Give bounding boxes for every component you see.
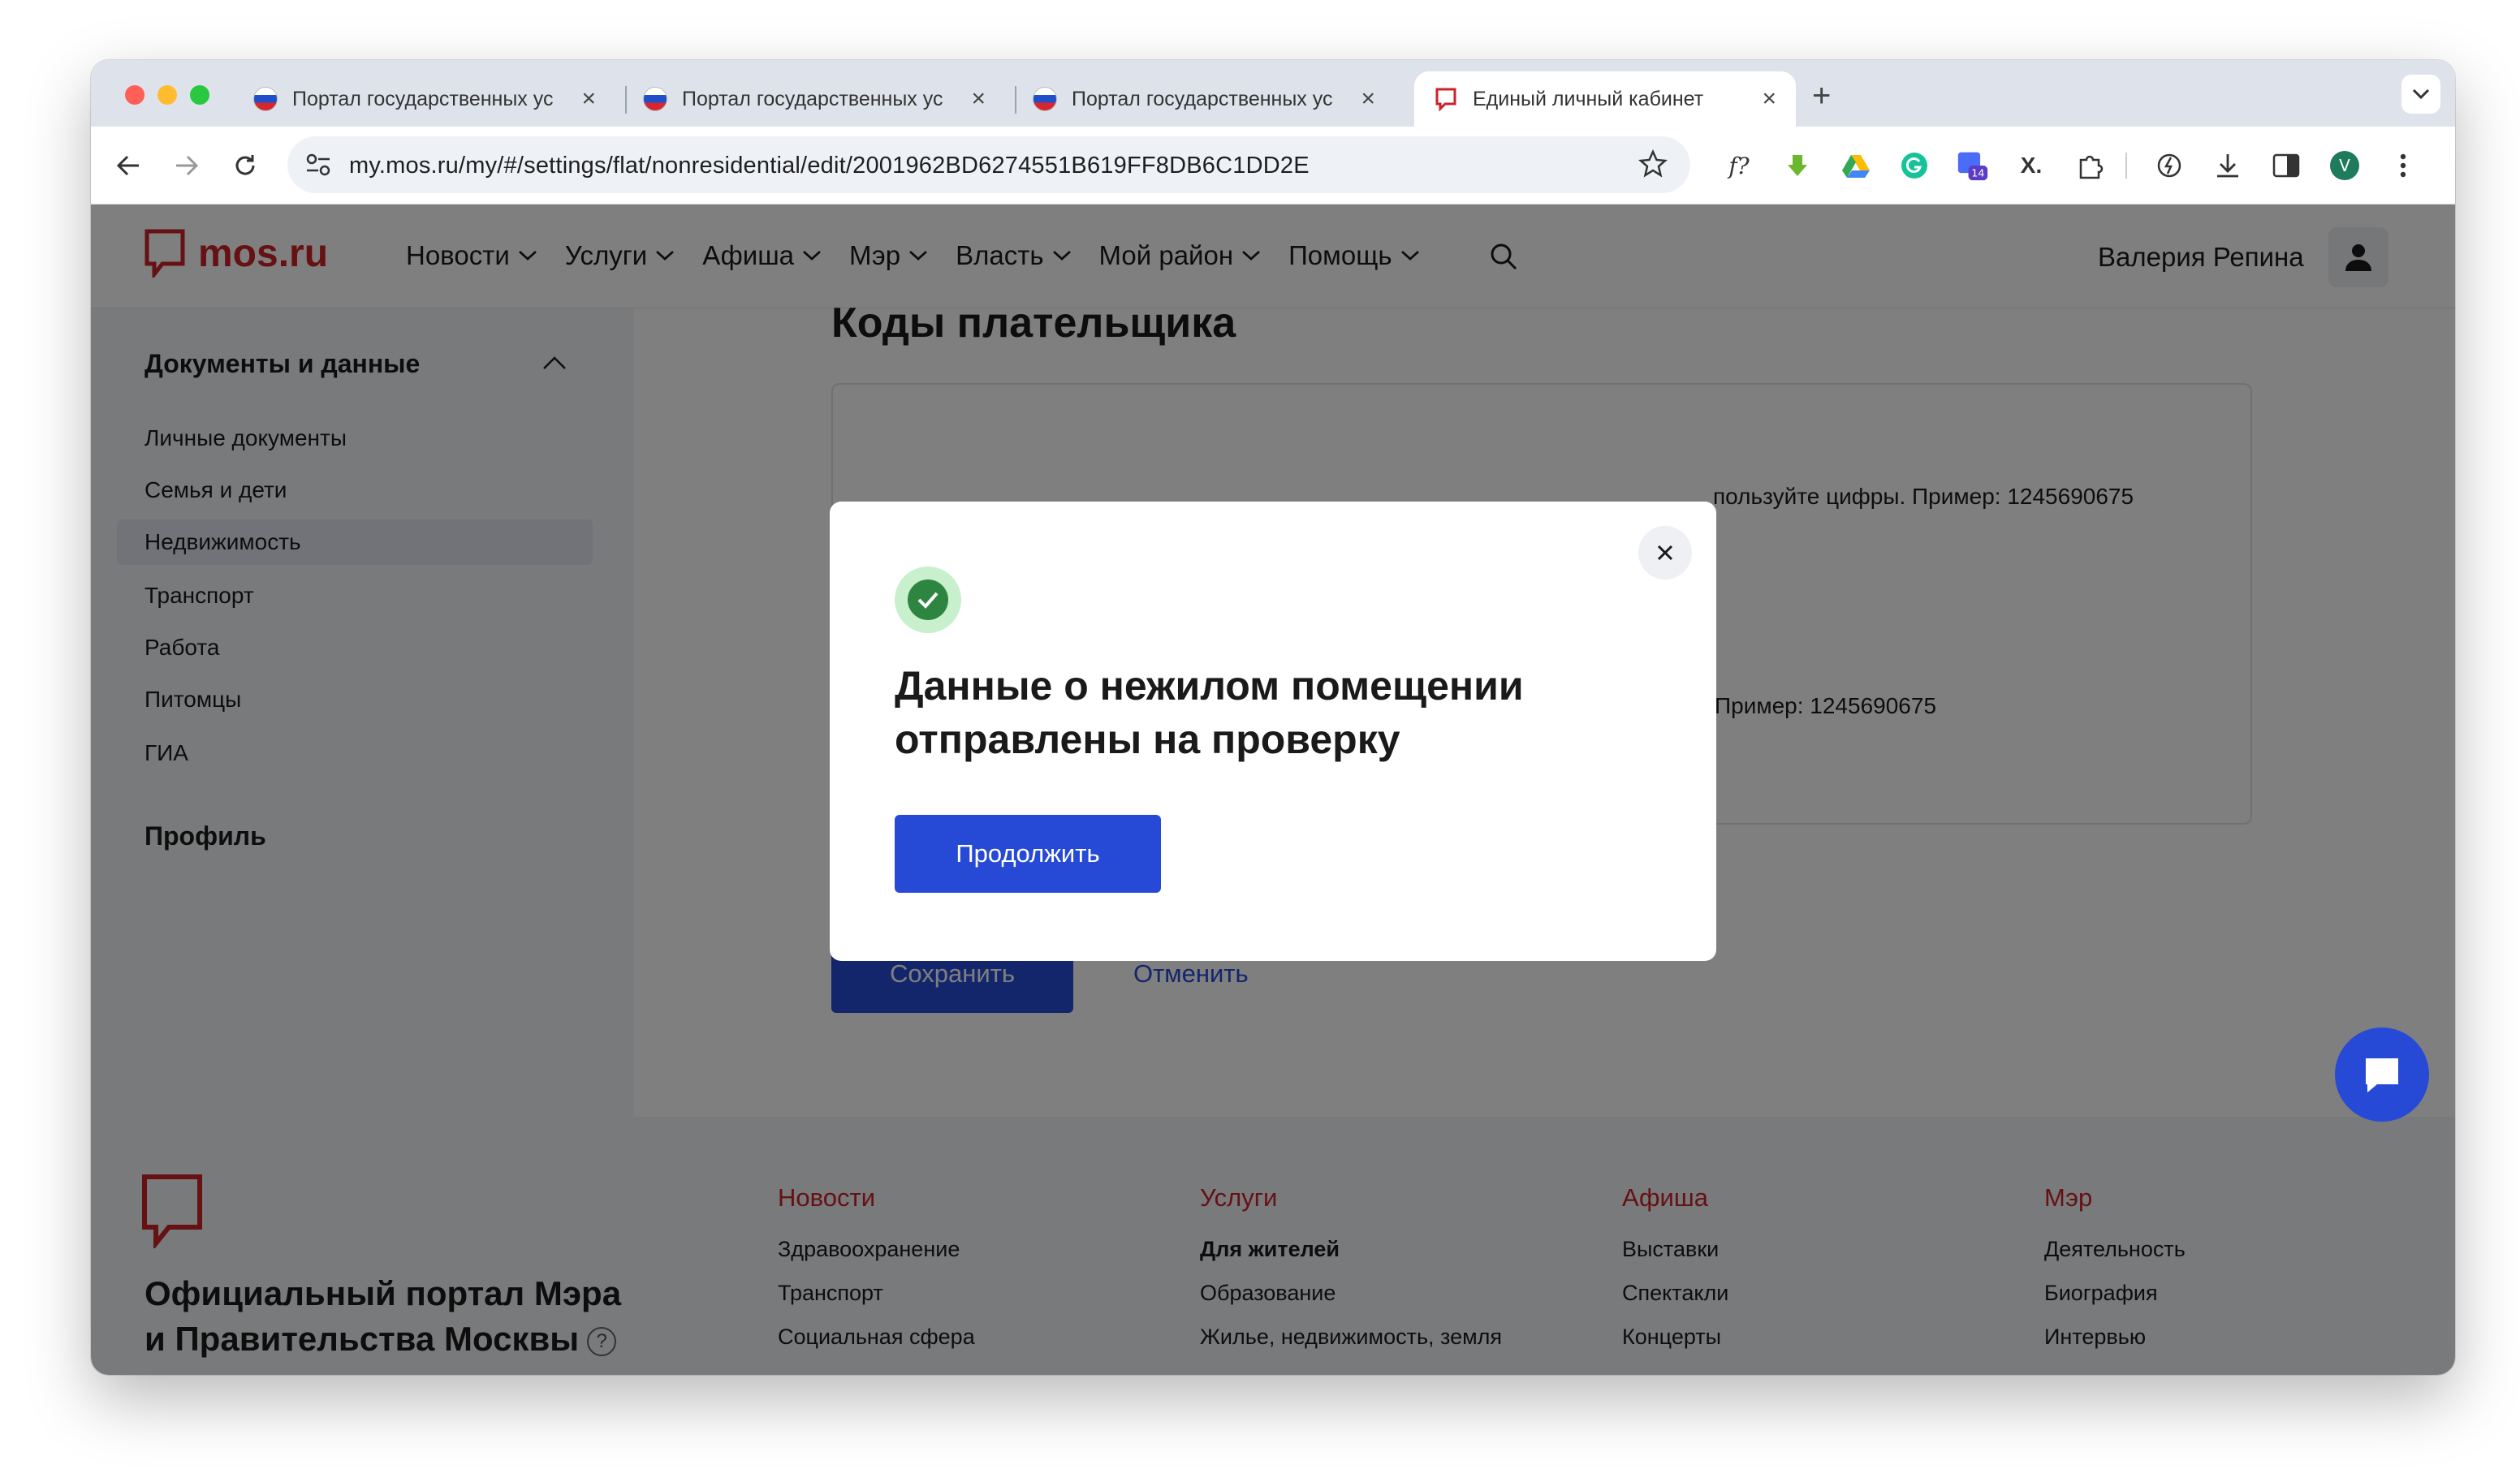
address-bar[interactable]: my.mos.ru/my/#/settings/flat/nonresident… bbox=[287, 136, 1690, 193]
mos-logo-icon bbox=[1434, 87, 1458, 112]
extension-badge: 14 bbox=[1971, 167, 1984, 179]
profile-initial: V bbox=[2339, 156, 2350, 175]
continue-button[interactable]: Продолжить bbox=[895, 815, 1161, 893]
minimize-window-button[interactable] bbox=[158, 85, 177, 105]
browser-window: Портал государственных ус × Портал госуд… bbox=[91, 60, 2455, 1375]
puzzle-extensions-icon[interactable] bbox=[2073, 149, 2106, 182]
chat-bubble-icon bbox=[2366, 1058, 2398, 1092]
tab-close-icon[interactable]: × bbox=[581, 85, 596, 113]
modal-title: Данные о нежилом помещении отправлены на… bbox=[895, 663, 1524, 762]
success-modal: Данные о нежилом помещении отправлены на… bbox=[830, 502, 1716, 961]
tab-close-icon[interactable]: × bbox=[971, 85, 986, 113]
calendar-extension-icon[interactable]: 14 bbox=[1957, 149, 1989, 182]
formula-extension-icon[interactable]: f? bbox=[1723, 149, 1755, 182]
close-window-button[interactable] bbox=[125, 85, 145, 105]
browser-tab[interactable]: Портал государственных ус × bbox=[624, 71, 1005, 127]
success-check-icon bbox=[895, 567, 961, 633]
url-text: my.mos.ru/my/#/settings/flat/nonresident… bbox=[349, 153, 1310, 179]
reload-icon[interactable] bbox=[229, 149, 261, 182]
russia-flag-icon bbox=[253, 87, 278, 111]
browser-tab[interactable]: Портал государственных ус × bbox=[1013, 71, 1395, 127]
download-arrow-extension-icon[interactable] bbox=[1781, 149, 1814, 182]
bookmark-star-icon[interactable] bbox=[1638, 149, 1668, 183]
russia-flag-icon bbox=[1033, 87, 1057, 111]
modal-close-button[interactable] bbox=[1638, 526, 1692, 579]
grammarly-icon[interactable] bbox=[1898, 149, 1931, 182]
new-tab-plus-icon[interactable]: + bbox=[1812, 78, 1831, 114]
tab-close-icon[interactable]: × bbox=[1361, 85, 1375, 113]
performance-icon[interactable] bbox=[2153, 149, 2186, 182]
site-settings-icon[interactable] bbox=[305, 153, 331, 181]
side-panel-icon[interactable] bbox=[2270, 149, 2302, 182]
google-drive-icon[interactable] bbox=[1840, 149, 1872, 182]
back-arrow-icon[interactable] bbox=[112, 149, 145, 182]
web-page: mos.ru Новости Услуги Афиша Мэр Власть М… bbox=[91, 205, 2455, 1375]
downloads-icon[interactable] bbox=[2211, 149, 2244, 182]
kebab-menu-icon[interactable] bbox=[2387, 149, 2419, 182]
tab-close-icon[interactable]: × bbox=[1762, 85, 1776, 113]
chat-button[interactable] bbox=[2335, 1027, 2429, 1122]
x-extension-icon[interactable]: X. bbox=[2015, 149, 2048, 182]
russia-flag-icon bbox=[643, 87, 667, 111]
browser-tab-active[interactable]: Единый личный кабинет × bbox=[1414, 71, 1796, 127]
tab-search-chevron-icon[interactable] bbox=[2401, 75, 2440, 114]
profile-avatar-icon[interactable]: V bbox=[2328, 149, 2361, 182]
maximize-window-button[interactable] bbox=[190, 85, 209, 105]
toolbar-divider bbox=[2125, 153, 2127, 179]
tab-strip: Портал государственных ус × Портал госуд… bbox=[91, 60, 2455, 127]
browser-tab[interactable]: Портал государственных ус × bbox=[234, 71, 615, 127]
forward-arrow-icon[interactable] bbox=[170, 149, 203, 182]
browser-toolbar: my.mos.ru/my/#/settings/flat/nonresident… bbox=[91, 127, 2455, 205]
close-icon bbox=[1657, 545, 1673, 561]
